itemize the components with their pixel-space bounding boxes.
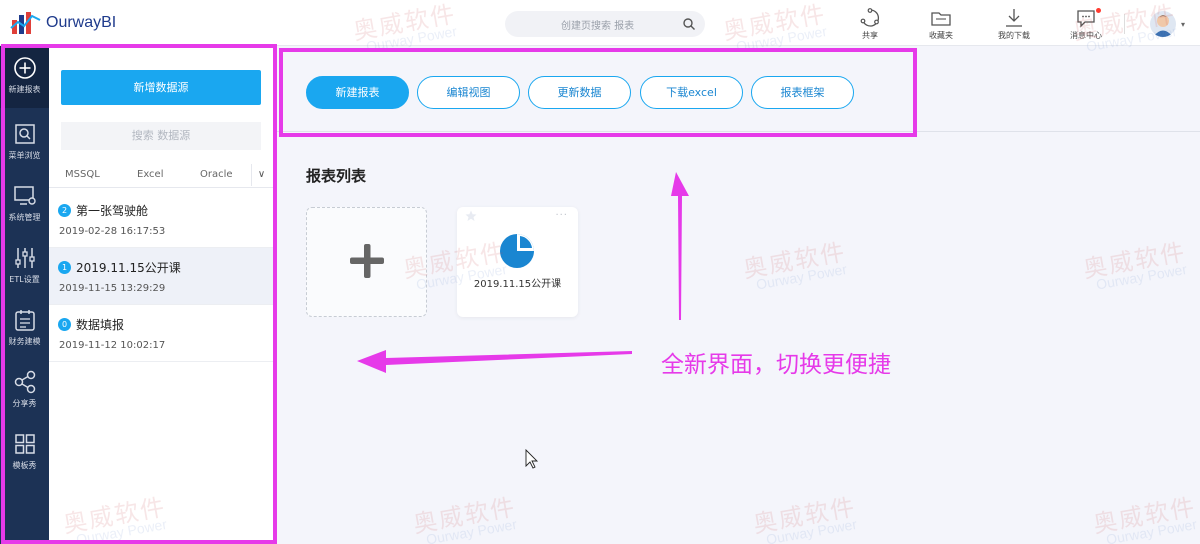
star-icon[interactable] xyxy=(465,210,477,222)
highlight-box-toolbar xyxy=(279,48,917,137)
top-header: OurwayBI 创建页搜索 报表 共享 收藏夹 我的下载 消息中心 ▾ xyxy=(0,0,1200,46)
ourway-logo-icon xyxy=(10,12,41,34)
header-divider xyxy=(1124,14,1125,34)
message-center-label: 消息中心 xyxy=(1070,31,1102,40)
download-icon xyxy=(1006,9,1022,27)
highlight-box-left-panel xyxy=(1,44,277,544)
favorites-label: 收藏夹 xyxy=(929,31,953,40)
user-avatar-icon xyxy=(1153,15,1173,37)
my-downloads-button[interactable]: 我的下载 xyxy=(986,8,1042,44)
favorites-button[interactable]: 收藏夹 xyxy=(913,8,969,44)
chevron-down-icon[interactable]: ▾ xyxy=(1181,20,1185,29)
message-center-button[interactable]: 消息中心 xyxy=(1058,8,1114,44)
search-placeholder: 创建页搜索 报表 xyxy=(561,21,635,32)
add-report-card[interactable] xyxy=(306,207,427,317)
share-button[interactable]: 共享 xyxy=(842,8,898,44)
more-options-icon[interactable]: ··· xyxy=(555,210,568,221)
share-label: 共享 xyxy=(862,31,878,40)
annotation-caption: 全新界面，切换更便捷 xyxy=(661,352,891,378)
report-card[interactable]: ··· 2019.11.15公开课 xyxy=(457,207,578,317)
share-icon xyxy=(860,8,879,27)
message-icon xyxy=(1077,10,1095,28)
page-title: 报表列表 xyxy=(306,167,367,185)
app-name: OurwayBI xyxy=(46,14,117,31)
favorites-icon xyxy=(931,12,951,26)
unread-dot xyxy=(1096,8,1101,13)
avatar[interactable] xyxy=(1150,11,1176,37)
search-icon[interactable] xyxy=(682,17,696,31)
app-logo[interactable]: OurwayBI xyxy=(10,10,116,36)
pie-chart-icon xyxy=(500,234,534,268)
report-card-label: 2019.11.15公开课 xyxy=(473,279,562,290)
my-downloads-label: 我的下载 xyxy=(998,31,1030,40)
global-search-input[interactable]: 创建页搜索 报表 xyxy=(505,11,705,37)
plus-icon xyxy=(350,244,384,278)
